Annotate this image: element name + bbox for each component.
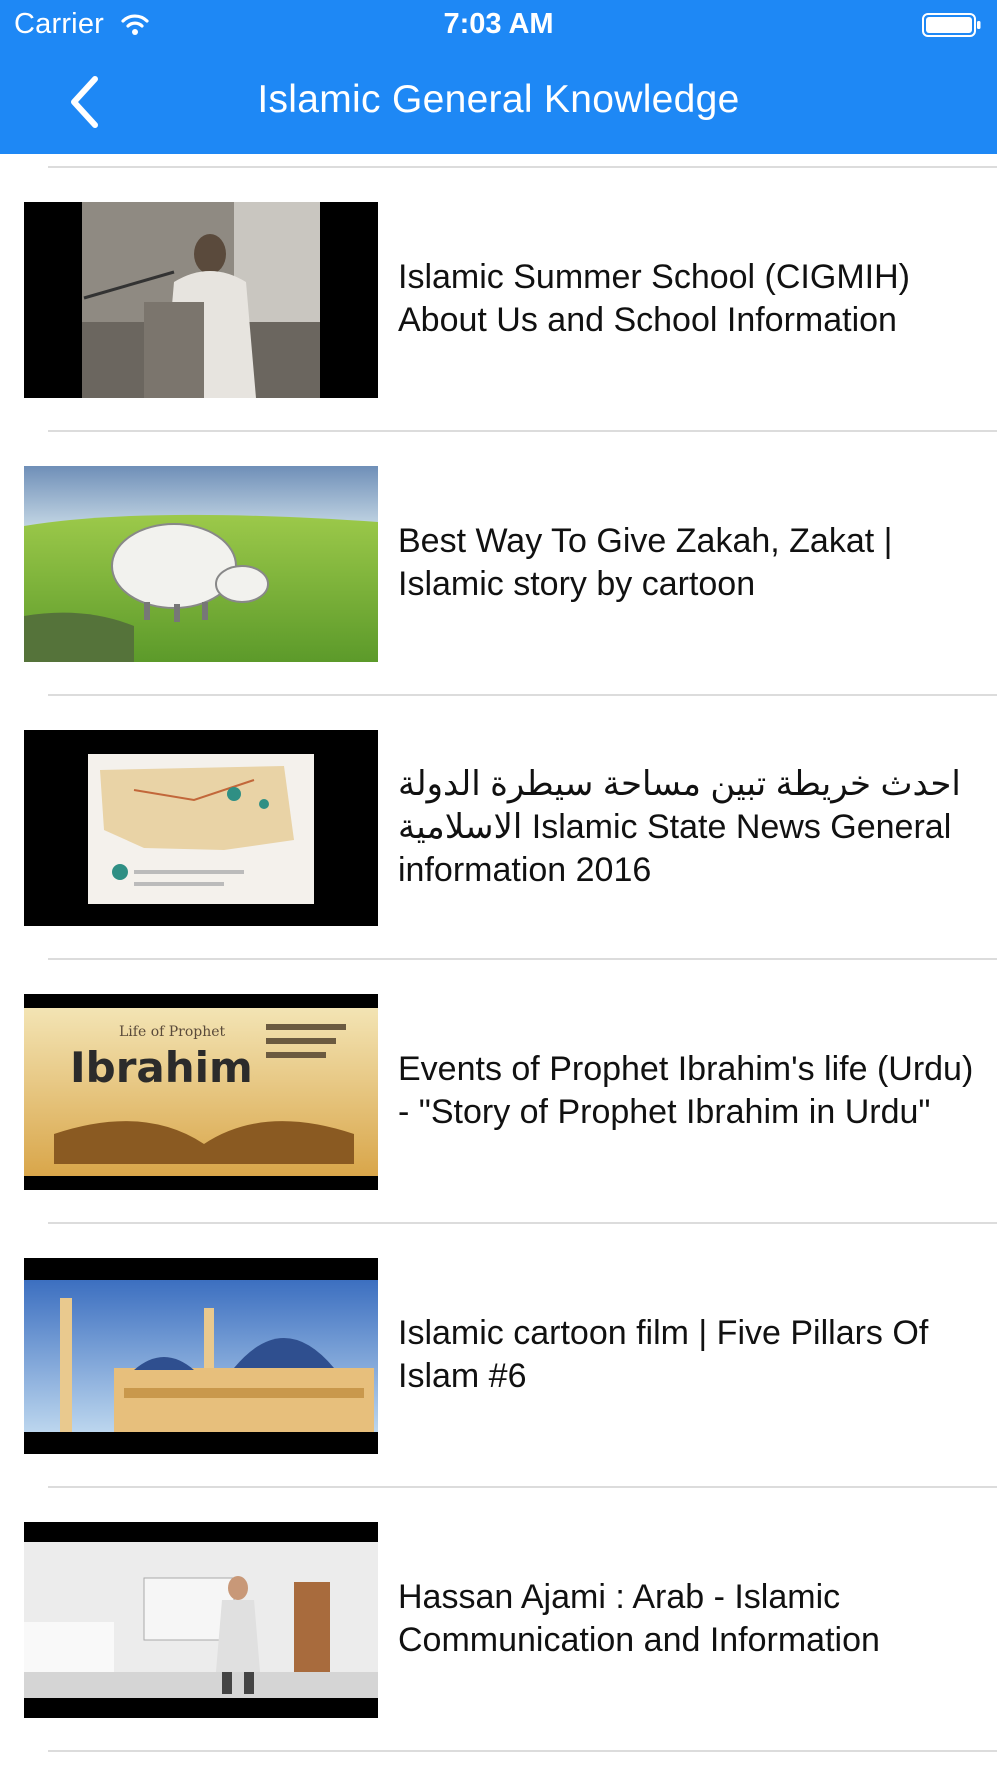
video-title-text: Islamic Summer School (CIGMIH) About Us … bbox=[398, 258, 910, 339]
video-title-text: Events of Prophet Ibrahim's life (Urdu) … bbox=[398, 1050, 974, 1131]
video-thumbnail: Life of Prophet Ibrahim bbox=[24, 994, 378, 1190]
video-thumbnail bbox=[24, 730, 378, 926]
app-screen: Carrier 7:03 AM Islamic General Knowledg… bbox=[0, 0, 1000, 1778]
video-title: احدث خريطة تبين مساحة سيطرة الدولة الاسل… bbox=[398, 696, 983, 958]
video-title: Best Way To Give Zakah, Zakat | Islamic … bbox=[398, 432, 983, 694]
status-time: 7:03 AM bbox=[443, 8, 554, 40]
video-title-text: Hassan Ajami : Arab - Islamic Communicat… bbox=[398, 1578, 880, 1659]
video-title-text: Best Way To Give Zakah, Zakat | Islamic … bbox=[398, 522, 893, 603]
thumb-big-text: Ibrahim bbox=[70, 1043, 253, 1092]
video-thumbnail bbox=[24, 466, 378, 662]
video-row[interactable]: احدث خريطة تبين مساحة سيطرة الدولة الاسل… bbox=[0, 696, 997, 958]
video-row[interactable]: Islamic cartoon film | Five Pillars Of I… bbox=[0, 1224, 997, 1486]
video-row[interactable]: Life of Prophet Ibrahim Events of Prophe… bbox=[0, 960, 997, 1222]
video-title: Islamic Summer School (CIGMIH) About Us … bbox=[398, 168, 983, 430]
video-row[interactable]: Best Way To Give Zakah, Zakat | Islamic … bbox=[0, 432, 997, 694]
battery-icon bbox=[922, 13, 982, 37]
video-row[interactable]: Islamic Summer School (CIGMIH) About Us … bbox=[0, 168, 997, 430]
video-row[interactable]: Hassan Ajami : Arab - Islamic Communicat… bbox=[0, 1488, 997, 1750]
video-title-text: Islamic cartoon film | Five Pillars Of I… bbox=[398, 1314, 929, 1395]
video-thumbnail bbox=[24, 1522, 378, 1718]
video-title: Events of Prophet Ibrahim's life (Urdu) … bbox=[398, 960, 983, 1222]
page-title: Islamic General Knowledge bbox=[257, 78, 740, 121]
thumb-small-text: Life of Prophet bbox=[119, 1024, 226, 1040]
video-thumbnail bbox=[24, 202, 378, 398]
video-title: Hassan Ajami : Arab - Islamic Communicat… bbox=[398, 1488, 983, 1750]
video-title-text: احدث خريطة تبين مساحة سيطرة الدولة الاسل… bbox=[398, 764, 961, 889]
video-title: Islamic cartoon film | Five Pillars Of I… bbox=[398, 1224, 983, 1486]
nav-header: Carrier 7:03 AM Islamic General Knowledg… bbox=[0, 0, 997, 154]
list-separator bbox=[48, 1750, 997, 1752]
video-thumbnail bbox=[24, 1258, 378, 1454]
